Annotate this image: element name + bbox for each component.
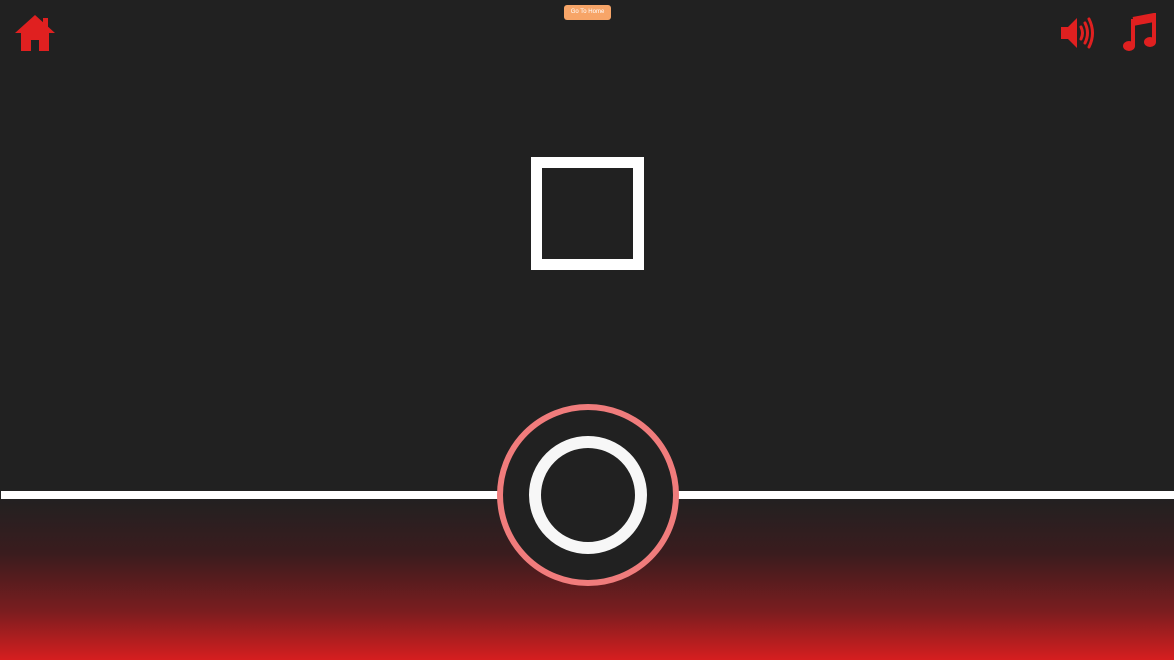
sound-toggle-button[interactable] [1058, 14, 1096, 52]
volume-icon [1061, 17, 1094, 49]
music-toggle-button[interactable] [1121, 12, 1157, 53]
go-to-home-button[interactable]: Go To Home [564, 5, 611, 20]
music-note-icon [1123, 12, 1156, 51]
home-button[interactable] [14, 14, 56, 52]
player-inner-ring[interactable] [529, 436, 647, 554]
home-icon [15, 15, 55, 51]
target-square [531, 157, 644, 270]
